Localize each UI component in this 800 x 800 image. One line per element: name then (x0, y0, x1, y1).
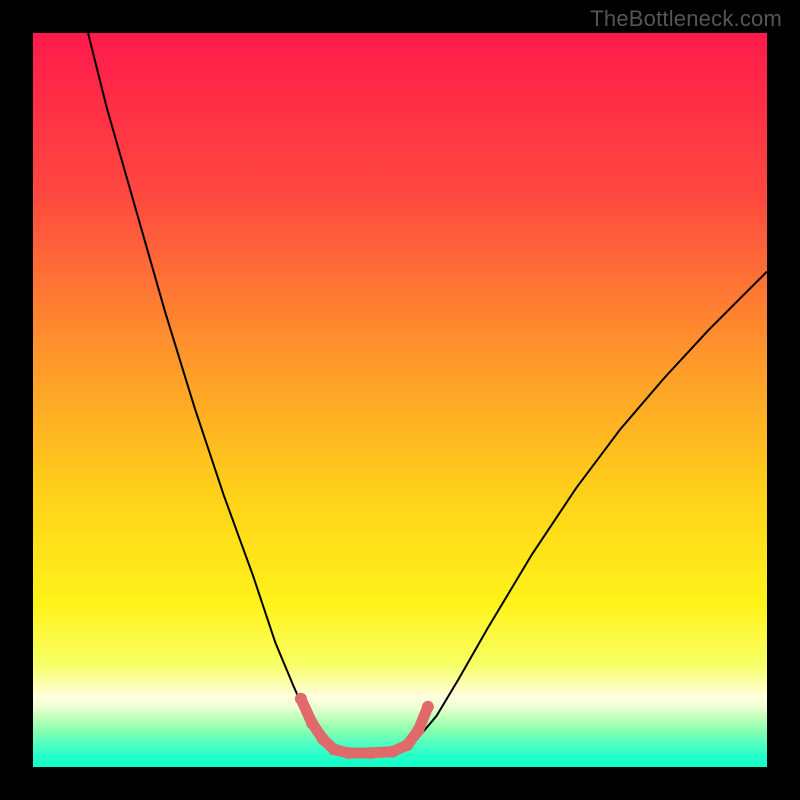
chart-area (33, 33, 767, 767)
series-optimal-zone-marker-dot (387, 746, 399, 758)
series-optimal-zone-marker-dot (306, 717, 318, 729)
watermark-text: TheBottleneck.com (590, 6, 782, 32)
series-optimal-zone-marker-dot (401, 739, 413, 751)
series-optimal-zone-marker-dot (365, 747, 377, 759)
series-optimal-zone-marker-dot (422, 701, 434, 713)
chart-background (33, 33, 767, 767)
series-optimal-zone-marker-dot (328, 743, 340, 755)
series-optimal-zone-marker-dot (295, 693, 307, 705)
series-optimal-zone-marker-dot (317, 733, 329, 745)
outer-frame: TheBottleneck.com (0, 0, 800, 800)
chart-svg (33, 33, 767, 767)
series-optimal-zone-marker-dot (412, 724, 424, 736)
series-optimal-zone-marker-dot (343, 747, 355, 759)
